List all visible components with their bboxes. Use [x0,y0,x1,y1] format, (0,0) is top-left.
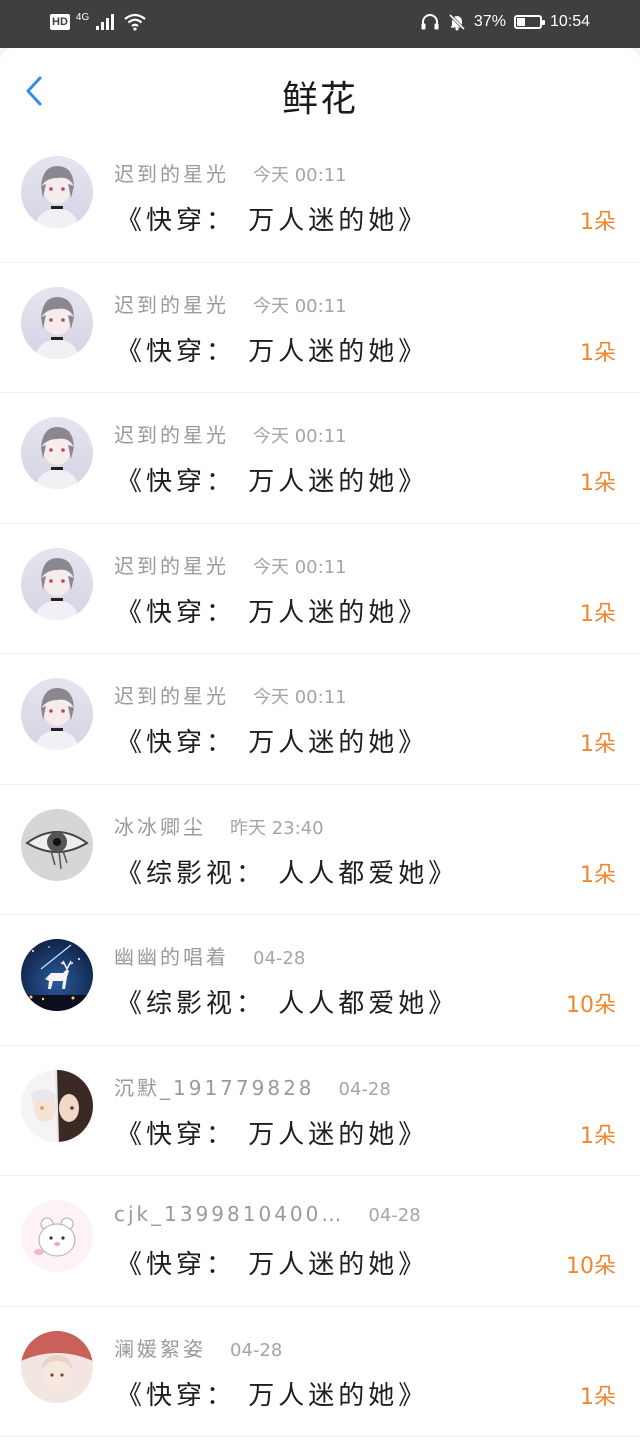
username[interactable]: cjk_1399810400… [114,1202,344,1226]
list-item-10[interactable]: 澜媛絮姿 04-28 《快穿： 万人迷的她》 1朵 [0,1307,640,1437]
cute-bear-avatar-image [21,1200,93,1272]
row-meta: cjk_1399810400… 04-28 [114,1202,421,1226]
timestamp: 今天 00:11 [253,553,347,579]
status-right: 37% 10:54 [420,13,590,31]
book-title[interactable]: 《快穿： 万人迷的她》 [116,200,428,237]
timestamp: 04-28 [253,948,305,969]
night-deer-avatar-image [21,939,93,1011]
flower-count: 10朵 [566,1248,616,1280]
username[interactable]: 沉默_191779828 [114,1072,315,1101]
status-left: HD 4G [50,13,147,31]
clock: 10:54 [550,13,590,31]
eye-sketch-avatar-image [21,809,93,881]
book-title[interactable]: 《快穿： 万人迷的她》 [116,1375,428,1412]
book-title[interactable]: 《综影视： 人人都爱她》 [116,983,458,1020]
battery-level [517,18,525,26]
status-bar: HD 4G 37% 10: [0,0,640,48]
book-title[interactable]: 《快穿： 万人迷的她》 [116,722,428,759]
avatar[interactable] [21,417,93,489]
avatar[interactable] [21,939,93,1011]
gray-hair-boy-avatar-image [21,678,93,750]
avatar[interactable] [21,809,93,881]
bell-muted-icon [448,13,466,31]
avatar[interactable] [21,287,93,359]
avatar[interactable] [21,1070,93,1142]
row-meta: 冰冰卿尘 昨天 23:40 [114,811,324,840]
avatar[interactable] [21,548,93,620]
timestamp: 昨天 23:40 [230,814,324,840]
book-title[interactable]: 《快穿： 万人迷的她》 [116,461,428,498]
timestamp: 今天 00:11 [253,161,347,187]
timestamp: 04-28 [230,1340,282,1361]
timestamp: 今天 00:11 [253,422,347,448]
row-meta: 沉默_191779828 04-28 [114,1072,391,1101]
row-meta: 迟到的星光 今天 00:11 [114,419,347,448]
book-title[interactable]: 《快穿： 万人迷的她》 [116,1114,428,1151]
gray-hair-boy-avatar-image [21,156,93,228]
battery-percent: 37% [474,13,506,31]
hd-badge: HD [50,14,70,30]
username[interactable]: 幽幽的唱着 [114,941,229,970]
username[interactable]: 迟到的星光 [114,289,229,318]
avatar[interactable] [21,678,93,750]
list-item-2[interactable]: 迟到的星光 今天 00:11 《快穿： 万人迷的她》 1朵 [0,263,640,394]
red-anime-girl-avatar-image [21,1331,93,1403]
network-type: 4G [76,12,89,23]
list-item-6[interactable]: 冰冰卿尘 昨天 23:40 《综影视： 人人都爱她》 1朵 [0,785,640,916]
row-meta: 迟到的星光 今天 00:11 [114,680,347,709]
list-item-9[interactable]: cjk_1399810400… 04-28 《快穿： 万人迷的她》 10朵 [0,1176,640,1307]
gray-hair-boy-avatar-image [21,548,93,620]
book-title[interactable]: 《快穿： 万人迷的她》 [116,331,428,368]
flower-count: 1朵 [580,596,616,628]
avatar[interactable] [21,1200,93,1272]
list-item-8[interactable]: 沉默_191779828 04-28 《快穿： 万人迷的她》 1朵 [0,1046,640,1177]
gray-hair-boy-avatar-image [21,287,93,359]
list-item-1[interactable]: 迟到的星光 今天 00:11 《快穿： 万人迷的她》 1朵 [0,132,640,263]
username[interactable]: 迟到的星光 [114,680,229,709]
username[interactable]: 澜媛絮姿 [114,1333,206,1362]
username[interactable]: 迟到的星光 [114,550,229,579]
row-meta: 幽幽的唱着 04-28 [114,941,305,970]
username[interactable]: 冰冰卿尘 [114,811,206,840]
avatar[interactable] [21,1331,93,1403]
list-item-4[interactable]: 迟到的星光 今天 00:11 《快穿： 万人迷的她》 1朵 [0,524,640,655]
flower-count: 1朵 [580,204,616,236]
flower-count: 1朵 [580,465,616,497]
timestamp: 今天 00:11 [253,292,347,318]
anime-pair-avatar-image [21,1070,93,1142]
page-title: 鲜花 [0,70,640,122]
avatar[interactable] [21,156,93,228]
timestamp: 04-28 [368,1205,420,1226]
battery-icon [514,15,542,29]
signal-icon [95,13,117,31]
flower-count: 1朵 [580,726,616,758]
flower-count: 1朵 [580,857,616,889]
book-title[interactable]: 《快穿： 万人迷的她》 [116,1244,428,1281]
list-item-3[interactable]: 迟到的星光 今天 00:11 《快穿： 万人迷的她》 1朵 [0,393,640,524]
timestamp: 今天 00:11 [253,683,347,709]
headphones-icon [420,13,440,31]
timestamp: 04-28 [339,1079,391,1100]
flower-count: 1朵 [580,1118,616,1150]
flower-count: 10朵 [566,987,616,1019]
row-meta: 迟到的星光 今天 00:11 [114,289,347,318]
book-title[interactable]: 《综影视： 人人都爱她》 [116,853,458,890]
list-item-5[interactable]: 迟到的星光 今天 00:11 《快穿： 万人迷的她》 1朵 [0,654,640,785]
gray-hair-boy-avatar-image [21,417,93,489]
flower-count: 1朵 [580,335,616,367]
username[interactable]: 迟到的星光 [114,158,229,187]
wifi-icon [123,13,147,31]
header: 鲜花 [0,48,640,133]
flower-list: 迟到的星光 今天 00:11 《快穿： 万人迷的她》 1朵 迟到的星光 今天 0… [0,132,640,1437]
flower-count: 1朵 [580,1379,616,1411]
row-meta: 迟到的星光 今天 00:11 [114,158,347,187]
row-meta: 迟到的星光 今天 00:11 [114,550,347,579]
list-item-7[interactable]: 幽幽的唱着 04-28 《综影视： 人人都爱她》 10朵 [0,915,640,1046]
row-meta: 澜媛絮姿 04-28 [114,1333,282,1362]
username[interactable]: 迟到的星光 [114,419,229,448]
book-title[interactable]: 《快穿： 万人迷的她》 [116,592,428,629]
